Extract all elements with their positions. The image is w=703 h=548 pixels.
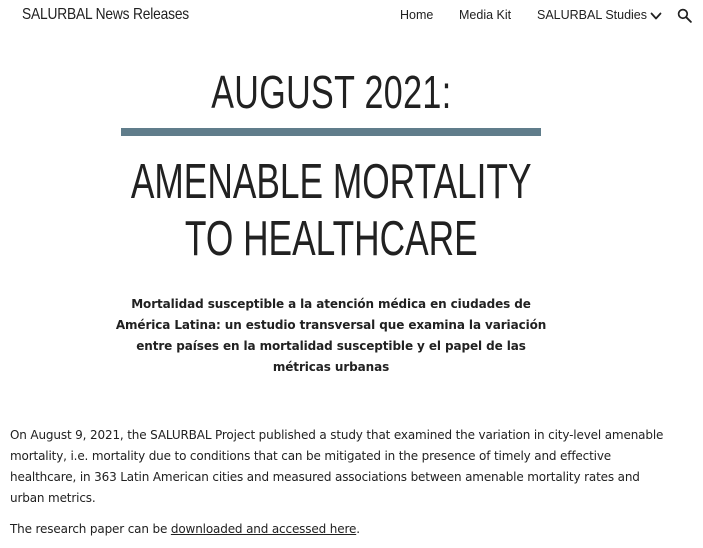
chevron-down-icon[interactable] xyxy=(650,11,662,21)
research-paper-paragraph: The research paper can be downloaded and… xyxy=(10,519,670,540)
page-title: AMENABLE MORTALITY TO HEALTHCARE xyxy=(0,154,662,268)
research-paper-text: The research paper can be xyxy=(10,522,171,536)
main-nav: Home Media Kit SALURBAL Studies xyxy=(0,8,703,26)
page-title-line-2: TO HEALTHCARE xyxy=(184,212,478,266)
spanish-subtitle: Mortalidad susceptible a la atención méd… xyxy=(115,297,547,374)
nav-item-media-kit[interactable]: Media Kit xyxy=(459,8,511,22)
research-paper-link[interactable]: downloaded and accessed here xyxy=(171,522,356,536)
research-paper-suffix: . xyxy=(356,522,360,536)
search-icon[interactable] xyxy=(677,8,692,23)
top-navigation-bar: SALURBAL News Releases Home Media Kit SA… xyxy=(0,0,703,34)
nav-item-salurbal-studies[interactable]: SALURBAL Studies xyxy=(537,8,647,22)
body-paragraph: On August 9, 2021, the SALURBAL Project … xyxy=(10,428,664,505)
page-title-line-1: AMENABLE MORTALITY xyxy=(130,155,532,209)
nav-item-home[interactable]: Home xyxy=(400,8,433,22)
heading-divider xyxy=(121,128,541,136)
date-heading: AUGUST 2021: xyxy=(210,66,452,118)
